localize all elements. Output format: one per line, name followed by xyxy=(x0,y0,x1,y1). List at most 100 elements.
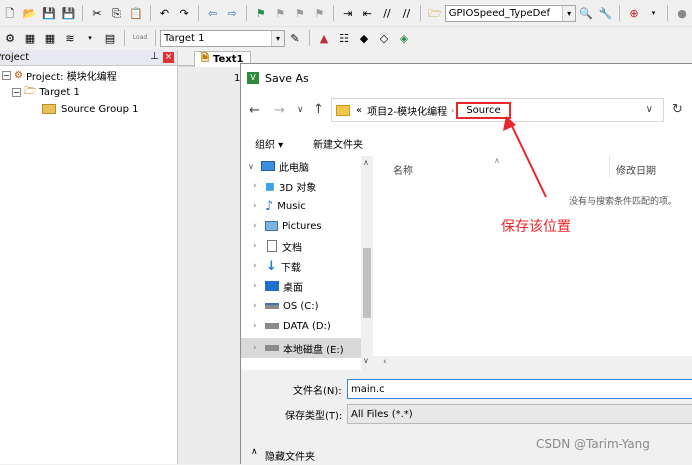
nav-item-this-pc[interactable]: ∨ 此电脑 xyxy=(241,156,361,176)
expand-icon[interactable]: › xyxy=(253,261,265,271)
toolbar-separator xyxy=(197,5,199,21)
new-folder-button[interactable]: 新建文件夹 xyxy=(313,136,363,151)
uncomment-icon[interactable]: // xyxy=(399,5,415,21)
filetype-select[interactable]: All Files (*.*) xyxy=(347,404,692,424)
pin-icon[interactable]: ⊥ xyxy=(150,51,159,62)
target-options-icon[interactable]: ✎ xyxy=(287,30,303,46)
debug-icon[interactable]: ⊕ xyxy=(626,5,642,21)
filetype-label: 保存类型(T): xyxy=(285,411,343,422)
navigate-back-icon[interactable]: ⇦ xyxy=(205,5,221,21)
expand-icon[interactable]: › xyxy=(253,201,265,211)
scroll-left-icon[interactable]: ‹ xyxy=(383,357,387,367)
save-all-icon[interactable]: 💾 xyxy=(61,5,77,21)
copy-icon[interactable]: ⎘ xyxy=(109,5,125,21)
nav-item-label: 本地磁盘 (E:) xyxy=(283,344,344,356)
scroll-up-icon[interactable]: ∧ xyxy=(363,158,369,167)
expand-icon[interactable]: › xyxy=(253,321,265,331)
open-folder-icon[interactable]: 📂 xyxy=(22,5,38,21)
recent-dropdown-icon[interactable]: ∨ xyxy=(297,105,304,115)
nav-item-music[interactable]: › ♪ Music xyxy=(253,196,373,216)
manage-components-icon[interactable]: ☷ xyxy=(336,30,352,46)
stop-build-icon[interactable]: ▤ xyxy=(102,30,118,46)
chevron-down-icon[interactable]: ▾ xyxy=(271,30,284,46)
expand-icon[interactable]: › xyxy=(253,343,265,353)
breadcrumb-current[interactable]: Source xyxy=(456,101,511,119)
collapse-icon[interactable]: − xyxy=(12,87,21,97)
expand-icon[interactable]: › xyxy=(253,221,265,231)
nav-item-3d-objects[interactable]: › ◼ 3D 对象 xyxy=(253,176,373,196)
undo-icon[interactable]: ↶ xyxy=(157,5,173,21)
chevron-up-icon[interactable]: ∧ xyxy=(251,447,258,457)
nav-item-drive-c[interactable]: › OS (C:) xyxy=(253,296,373,316)
configure-icon[interactable]: 🔧 xyxy=(598,5,614,21)
collapse-icon[interactable]: − xyxy=(2,70,11,80)
up-arrow-icon[interactable]: ↑ xyxy=(313,102,324,117)
nav-scrollbar[interactable]: ∧ ∨ xyxy=(361,156,373,370)
download-load-icon[interactable]: Load xyxy=(131,30,149,46)
nav-item-drive-d[interactable]: › DATA (D:) xyxy=(253,316,373,336)
hide-folders-button[interactable]: 隐藏文件夹 xyxy=(265,448,315,463)
build-icon[interactable]: ▦ xyxy=(22,30,38,46)
device-combo[interactable]: GPIOSpeed_TypeDef ▾ xyxy=(444,4,577,22)
save-icon[interactable]: 💾 xyxy=(41,5,57,21)
next-bookmark-icon[interactable]: ⚑ xyxy=(292,5,308,21)
nav-item-label: 3D 对象 xyxy=(278,182,317,194)
refresh-icon[interactable]: ↻ xyxy=(672,102,683,117)
expand-icon[interactable]: › xyxy=(253,301,265,311)
organize-button[interactable]: 组织 ▾ xyxy=(255,136,283,151)
batch-build-icon[interactable]: ≋ xyxy=(62,30,78,46)
clear-bookmarks-icon[interactable]: ⚑ xyxy=(312,5,328,21)
run-time-environment-icon[interactable]: ◈ xyxy=(396,30,412,46)
nav-item-pictures[interactable]: › Pictures xyxy=(253,216,373,236)
expand-icon[interactable]: ∨ xyxy=(244,162,258,171)
comment-icon[interactable]: // xyxy=(379,5,395,21)
back-arrow-icon[interactable]: ← xyxy=(249,103,260,118)
breadcrumb-separator-icon[interactable]: › xyxy=(451,106,454,115)
address-box[interactable]: « 项目2-模块化编程 › Source ∨ xyxy=(331,98,664,122)
rebuild-icon[interactable]: ▦ xyxy=(42,30,58,46)
scroll-down-icon[interactable]: ∨ xyxy=(363,356,369,365)
debug-dropdown-icon[interactable]: ▾ xyxy=(646,5,662,21)
expand-icon[interactable]: › xyxy=(253,181,265,191)
batch-dropdown-icon[interactable]: ▾ xyxy=(82,30,98,46)
pack-installer-icon[interactable]: ◆ xyxy=(356,30,372,46)
indent-icon[interactable]: ⇥ xyxy=(340,5,356,21)
close-icon[interactable]: × xyxy=(163,52,174,63)
paste-icon[interactable]: 📋 xyxy=(128,5,144,21)
unindent-icon[interactable]: ⇤ xyxy=(360,5,376,21)
bookmark-icon[interactable]: ⚑ xyxy=(253,5,269,21)
nav-item-downloads[interactable]: › ↓ 下载 xyxy=(253,256,373,276)
prev-bookmark-icon[interactable]: ⚑ xyxy=(272,5,288,21)
breadcrumb-parent[interactable]: 项目2-模块化编程 xyxy=(367,103,447,118)
chevron-down-icon[interactable]: ∨ xyxy=(646,104,653,115)
filename-input[interactable]: main.c xyxy=(347,379,692,399)
tree-item-source-group[interactable]: Source Group 1 xyxy=(42,101,139,117)
redo-icon[interactable]: ↷ xyxy=(176,5,192,21)
column-header-date[interactable]: 修改日期 xyxy=(616,162,656,177)
forward-arrow-icon[interactable]: → xyxy=(274,103,285,118)
column-divider xyxy=(609,156,610,178)
tree-item-target[interactable]: − 🗁 Target 1 xyxy=(12,84,80,100)
breadcrumb-overflow[interactable]: « xyxy=(356,105,362,116)
chevron-down-icon[interactable]: ▾ xyxy=(562,5,576,21)
file-extensions-icon[interactable]: ▲ xyxy=(316,30,332,46)
cut-icon[interactable]: ✂ xyxy=(89,5,105,21)
record-icon[interactable]: ● xyxy=(674,5,690,21)
expand-icon[interactable]: › xyxy=(253,281,265,291)
toolbar-separator xyxy=(333,5,335,21)
select-software-packs-icon[interactable]: ◇ xyxy=(376,30,392,46)
column-header-name[interactable]: 名称 xyxy=(393,162,413,177)
horizontal-scrollbar[interactable]: ‹ xyxy=(373,356,692,370)
find-in-files-icon[interactable]: 🗁 xyxy=(427,5,443,21)
new-file-icon[interactable]: 🗋 xyxy=(2,5,18,21)
translate-icon[interactable]: ⚙ xyxy=(2,30,18,46)
tree-item-project[interactable]: − ⚙ Project: 模块化编程 xyxy=(2,67,117,83)
nav-scroll-thumb[interactable] xyxy=(363,248,371,318)
nav-item-drive-e[interactable]: › 本地磁盘 (E:) xyxy=(241,338,361,358)
find-icon[interactable]: 🔍 xyxy=(578,5,594,21)
expand-icon[interactable]: › xyxy=(253,241,265,251)
target-combo[interactable]: Target 1 ▾ xyxy=(160,29,285,47)
nav-item-desktop[interactable]: › 桌面 xyxy=(253,276,373,296)
nav-item-documents[interactable]: › 文档 xyxy=(253,236,373,256)
navigate-forward-icon[interactable]: ⇨ xyxy=(224,5,240,21)
